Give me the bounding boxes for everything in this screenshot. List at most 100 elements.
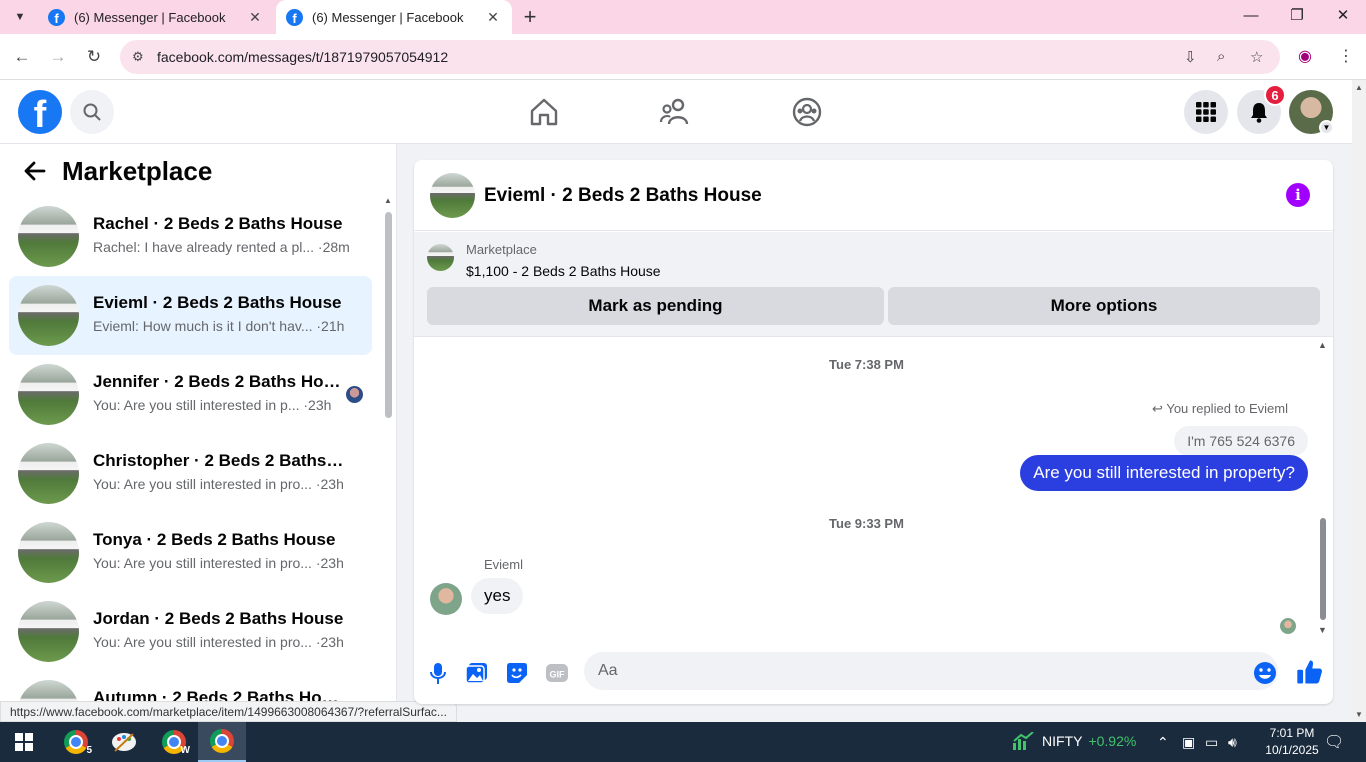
conversation-name: Jennifer · 2 Beds 2 Baths House [93, 372, 345, 391]
zoom-icon[interactable]: ⌕ [1217, 48, 1225, 65]
outgoing-message-bubble[interactable]: Are you still interested in property? [1020, 455, 1308, 491]
reload-icon[interactable]: ↻ [81, 44, 107, 70]
gif-icon[interactable]: GIF [544, 660, 570, 686]
conversation-item[interactable]: Jennifer · 2 Beds 2 Baths House You: Are… [9, 355, 372, 434]
message-composer: GIF [414, 646, 1333, 700]
windows-start-icon[interactable] [0, 722, 48, 762]
groups-icon[interactable] [791, 96, 823, 128]
close-tab-icon[interactable]: ✕ [246, 9, 264, 26]
stock-widget[interactable]: NIFTY +0.92% [1012, 732, 1136, 750]
listing-thumbnail [18, 601, 79, 662]
listing-thumbnail [18, 364, 79, 425]
photo-icon[interactable] [464, 660, 490, 686]
page-scrollbar[interactable]: ▲ ▼ [1352, 80, 1366, 722]
listing-thumbnail [18, 206, 79, 267]
battery-icon[interactable]: ▭ [1205, 734, 1218, 751]
replied-quote-bubble[interactable]: I'm 765 524 6376 [1174, 426, 1308, 456]
home-icon[interactable] [528, 96, 560, 128]
menu-grid-icon[interactable] [1184, 90, 1228, 134]
conversation-list-panel: Marketplace Rachel · 2 Beds 2 Baths Hous… [0, 144, 397, 722]
taskbar-chrome-app-2[interactable]: W [150, 722, 198, 762]
emoji-icon[interactable] [1252, 660, 1278, 686]
account-chevron-down-icon[interactable]: ▼ [1319, 120, 1334, 135]
conversation-snippet: You: Are you still interested in pro... … [93, 555, 344, 571]
install-app-icon[interactable]: ⇩ [1184, 48, 1197, 66]
back-arrow-icon[interactable] [22, 158, 48, 184]
mark-as-pending-button[interactable]: Mark as pending [427, 287, 884, 325]
sender-avatar[interactable] [430, 583, 462, 615]
conversation-item[interactable]: Rachel · 2 Beds 2 Baths House Rachel: I … [9, 197, 372, 276]
conversation-snippet: Evieml: How much is it I don't hav... ·2… [93, 318, 345, 334]
stock-name: NIFTY [1042, 733, 1083, 749]
conversation-name: Evieml · 2 Beds 2 Baths House [93, 293, 342, 312]
conversation-snippet: Rachel: I have already rented a pl... ·2… [93, 239, 350, 255]
marketplace-listing-bar: Marketplace $1,100 - 2 Beds 2 Baths Hous… [414, 232, 1333, 337]
conversation-time: ·21h [316, 318, 345, 334]
message-timestamp: Tue 9:33 PM [829, 516, 904, 531]
tray-chevron-up-icon[interactable]: ⌃ [1157, 734, 1169, 751]
facebook-logo[interactable]: f [18, 90, 62, 134]
volume-icon[interactable]: 🔊︎ [1228, 734, 1237, 751]
chat-listing-thumbnail[interactable] [430, 173, 475, 218]
taskbar-chrome-app[interactable]: 5 [52, 722, 100, 762]
forward-icon[interactable]: → [45, 44, 71, 70]
system-clock[interactable]: 7:01 PM 10/1/2025 [1262, 725, 1322, 759]
restore-icon[interactable]: ❐ [1274, 0, 1320, 30]
browser-tab-2[interactable]: f (6) Messenger | Facebook ✕ [276, 0, 512, 34]
chat-panel: Evieml · 2 Beds 2 Baths House i Marketpl… [414, 160, 1333, 704]
scroll-up-arrow-icon[interactable]: ▲ [384, 196, 392, 205]
message-input[interactable] [584, 652, 1278, 690]
profile-icon[interactable]: ◉ [1298, 46, 1312, 66]
conversation-item[interactable]: Jordan · 2 Beds 2 Baths House You: Are y… [9, 592, 372, 671]
conversation-item[interactable]: Christopher · 2 Beds 2 Baths Ho... You: … [9, 434, 372, 513]
conversation-time: ·23h [315, 555, 344, 571]
info-icon[interactable]: i [1286, 183, 1310, 207]
browser-menu-icon[interactable]: ⋮ [1338, 46, 1354, 66]
address-bar[interactable]: ⚙ facebook.com/messages/t/18719790570549… [120, 40, 1280, 74]
marketplace-label: Marketplace [466, 242, 537, 257]
taskbar-paint-app[interactable] [100, 722, 148, 762]
messages-scrollbar[interactable]: ▲ ▼ [1317, 340, 1329, 635]
conversation-item-selected[interactable]: Evieml · 2 Beds 2 Baths House Evieml: Ho… [9, 276, 372, 355]
conversation-item[interactable]: Tonya · 2 Beds 2 Baths House You: Are yo… [9, 513, 372, 592]
listing-thumbnail [18, 443, 79, 504]
tab-title: (6) Messenger | Facebook [74, 9, 226, 25]
scroll-down-arrow-icon[interactable]: ▼ [1355, 710, 1363, 719]
sticker-icon[interactable] [504, 660, 530, 686]
listing-thumbnail[interactable] [427, 244, 454, 271]
scroll-up-arrow-icon[interactable]: ▲ [1318, 340, 1327, 350]
meet-now-icon[interactable]: ▣ [1182, 734, 1195, 751]
conversation-snippet: You: Are you still interested in pro... … [93, 634, 344, 650]
scrollbar-thumb[interactable] [1320, 518, 1326, 620]
minimize-icon[interactable]: — [1228, 0, 1274, 30]
clock-time: 7:01 PM [1269, 726, 1315, 740]
chrome-window-count: 5 [86, 745, 92, 756]
stock-chart-icon [1013, 732, 1034, 750]
search-icon[interactable] [70, 90, 114, 134]
back-icon[interactable]: ← [9, 44, 35, 70]
site-info-icon[interactable]: ⚙ [132, 49, 144, 65]
close-tab-icon[interactable]: ✕ [484, 9, 502, 26]
bookmark-star-icon[interactable]: ☆ [1250, 48, 1263, 66]
conversation-list-scrollbar[interactable]: ▲ [383, 196, 393, 722]
taskbar-chrome-app-active[interactable] [198, 722, 246, 762]
chat-title[interactable]: Evieml · 2 Beds 2 Baths House [484, 185, 762, 207]
more-options-button[interactable]: More options [888, 287, 1320, 325]
clock-date: 10/1/2025 [1265, 743, 1319, 757]
microphone-icon[interactable] [425, 660, 451, 686]
thumbs-up-icon[interactable] [1295, 657, 1325, 687]
friends-icon[interactable] [659, 96, 691, 128]
address-url[interactable]: facebook.com/messages/t/1871979057054912 [157, 49, 448, 65]
browser-tab-1[interactable]: f (6) Messenger | Facebook ✕ [38, 0, 274, 34]
close-window-icon[interactable]: ✕ [1320, 0, 1366, 30]
sender-name: Evieml [484, 557, 524, 572]
notification-center-icon[interactable]: 🗨︎ [1324, 732, 1344, 752]
listing-price-title[interactable]: $1,100 - 2 Beds 2 Baths House [466, 263, 661, 279]
stock-change: +0.92% [1088, 733, 1137, 749]
tab-search-chevron-icon[interactable]: ▼ [8, 5, 32, 29]
new-tab-icon[interactable]: + [518, 4, 542, 30]
scroll-down-arrow-icon[interactable]: ▼ [1318, 625, 1327, 635]
scroll-up-arrow-icon[interactable]: ▲ [1355, 83, 1363, 92]
scrollbar-thumb[interactable] [385, 212, 392, 418]
incoming-message-bubble[interactable]: yes [471, 578, 524, 614]
